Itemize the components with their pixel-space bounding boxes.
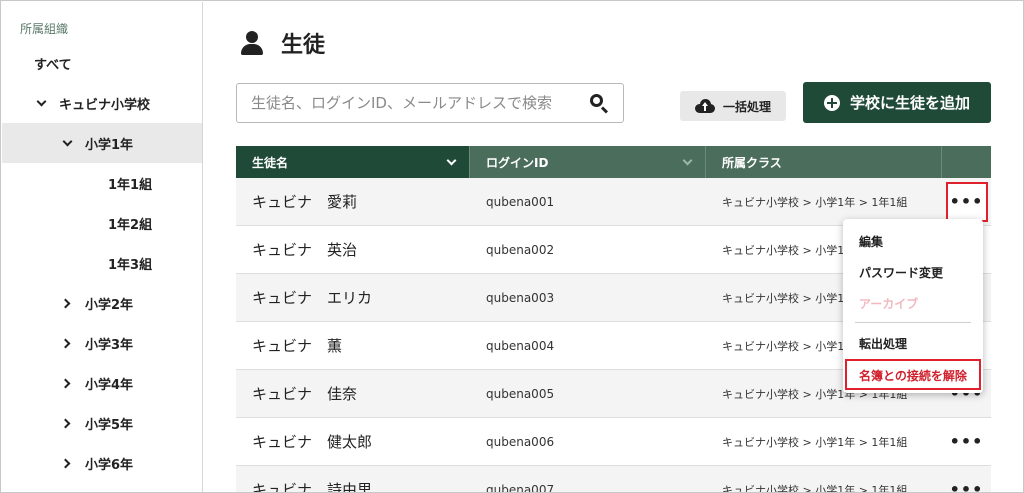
login-id: qubena006: [486, 434, 555, 449]
column-header-actions: [942, 146, 991, 178]
sidebar-item-grade4[interactable]: 小学4年: [2, 363, 202, 403]
more-icon: •••: [949, 191, 984, 211]
search-icon[interactable]: [589, 93, 609, 114]
chevron-right-icon[interactable]: [60, 338, 71, 348]
table-row[interactable]: キュビナ 詩由里 qubena007 キュビナ小学校 > 小学1年 > 1年1組…: [236, 466, 991, 493]
sidebar-item-school[interactable]: キュビナ小学校: [2, 83, 202, 123]
person-icon: [241, 31, 263, 55]
chevron-down-icon[interactable]: [682, 155, 693, 166]
chevron-right-icon[interactable]: [60, 418, 71, 428]
sidebar-item-grade3[interactable]: 小学3年: [2, 323, 202, 363]
sidebar-item-grade1[interactable]: 小学1年: [2, 123, 202, 163]
class-path: キュビナ小学校 > 小学1年 > 1年1組: [722, 435, 908, 449]
sidebar-item-label: 小学5年: [85, 417, 134, 433]
login-id: qubena005: [486, 386, 555, 401]
student-name: キュビナ 健太郎: [252, 433, 373, 451]
chevron-right-icon[interactable]: [60, 378, 71, 388]
chevron-down-icon[interactable]: [36, 96, 47, 106]
class-path: キュビナ小学校 > 小学1年 > 1年1組: [722, 195, 908, 209]
more-icon[interactable]: •••: [950, 481, 984, 492]
sidebar-item-label: 1年3組: [108, 257, 153, 273]
app-frame: 所属組織 すべて キュビナ小学校 小学1年 1年1組 1年2組 1年3組 小学2…: [0, 0, 1024, 493]
chevron-down-icon[interactable]: [62, 136, 73, 146]
row-actions-menu: 編集 パスワード変更 アーカイブ 転出処理 名簿との接続を解除: [843, 219, 983, 393]
sidebar-item-all[interactable]: すべて: [2, 43, 202, 83]
login-id: qubena003: [486, 290, 555, 305]
cloud-upload-icon: [694, 99, 715, 113]
sidebar-item-label: すべて: [34, 57, 72, 73]
sidebar-item-grade5[interactable]: 小学5年: [2, 403, 202, 443]
add-student-label: 学校に生徒を追加: [849, 94, 970, 112]
sidebar-item-label: キュビナ小学校: [59, 97, 151, 113]
menu-item-archive: アーカイブ: [859, 297, 919, 311]
sidebar-item-label: 小学2年: [85, 297, 134, 313]
bulk-process-button[interactable]: 一括処理: [680, 91, 786, 121]
column-header-login[interactable]: ログインID: [470, 146, 706, 178]
chevron-right-icon[interactable]: [60, 298, 71, 308]
plus-circle-icon: [823, 94, 840, 111]
sidebar-item-grade6[interactable]: 小学6年: [2, 443, 202, 483]
table-row[interactable]: キュビナ 健太郎 qubena006 キュビナ小学校 > 小学1年 > 1年1組…: [236, 418, 991, 466]
student-name: キュビナ エリカ: [252, 289, 373, 307]
student-name: キュビナ 薫: [252, 337, 343, 355]
search-input[interactable]: [251, 94, 589, 112]
sidebar-item-class-1-2[interactable]: 1年2組: [2, 203, 202, 243]
sidebar-item-label: 小学3年: [85, 337, 134, 353]
chevron-right-icon[interactable]: [60, 458, 71, 468]
menu-divider: [855, 322, 971, 323]
add-student-button[interactable]: 学校に生徒を追加: [803, 82, 991, 123]
class-path: キュビナ小学校 > 小学1年 > 1年1組: [722, 483, 908, 493]
more-actions-button[interactable]: •••: [945, 181, 988, 222]
menu-item-change-password[interactable]: パスワード変更: [859, 264, 943, 281]
sidebar-item-label: 小学4年: [85, 377, 134, 393]
sidebar-item-label: 小学1年: [85, 137, 134, 153]
student-name: キュビナ 佳奈: [252, 385, 358, 403]
organization-sidebar: 所属組織 すべて キュビナ小学校 小学1年 1年1組 1年2組 1年3組 小学2…: [2, 2, 203, 492]
more-icon[interactable]: •••: [950, 433, 984, 450]
student-name: キュビナ 英治: [252, 241, 358, 259]
sidebar-item-grade2[interactable]: 小学2年: [2, 283, 202, 323]
sidebar-item-class-1-3[interactable]: 1年3組: [2, 243, 202, 283]
bulk-process-label: 一括処理: [722, 99, 771, 114]
chevron-down-icon[interactable]: [446, 155, 457, 166]
login-id: qubena004: [486, 338, 555, 353]
page-title: 生徒: [241, 27, 325, 59]
sidebar-item-label: 1年2組: [108, 217, 153, 233]
page-title-text: 生徒: [281, 33, 326, 58]
student-name: キュビナ 愛莉: [252, 193, 358, 211]
login-id: qubena001: [486, 194, 555, 209]
menu-item-disconnect-roster[interactable]: 名簿との接続を解除: [859, 367, 967, 384]
sidebar-heading: 所属組織: [20, 22, 69, 36]
sidebar-item-class-1-1[interactable]: 1年1組: [2, 163, 202, 203]
search-box[interactable]: [236, 83, 624, 123]
student-name: キュビナ 詩由里: [252, 481, 373, 493]
menu-item-transfer-out[interactable]: 転出処理: [859, 335, 907, 352]
login-id: qubena007: [486, 482, 555, 493]
column-header-class: 所属クラス: [706, 146, 942, 178]
table-header: 生徒名 ログインID 所属クラス: [236, 146, 991, 178]
login-id: qubena002: [486, 242, 555, 257]
column-header-name[interactable]: 生徒名: [236, 146, 470, 178]
menu-item-edit[interactable]: 編集: [859, 233, 883, 250]
sidebar-item-label: 小学6年: [85, 457, 134, 473]
sidebar-item-label: 1年1組: [108, 177, 153, 193]
